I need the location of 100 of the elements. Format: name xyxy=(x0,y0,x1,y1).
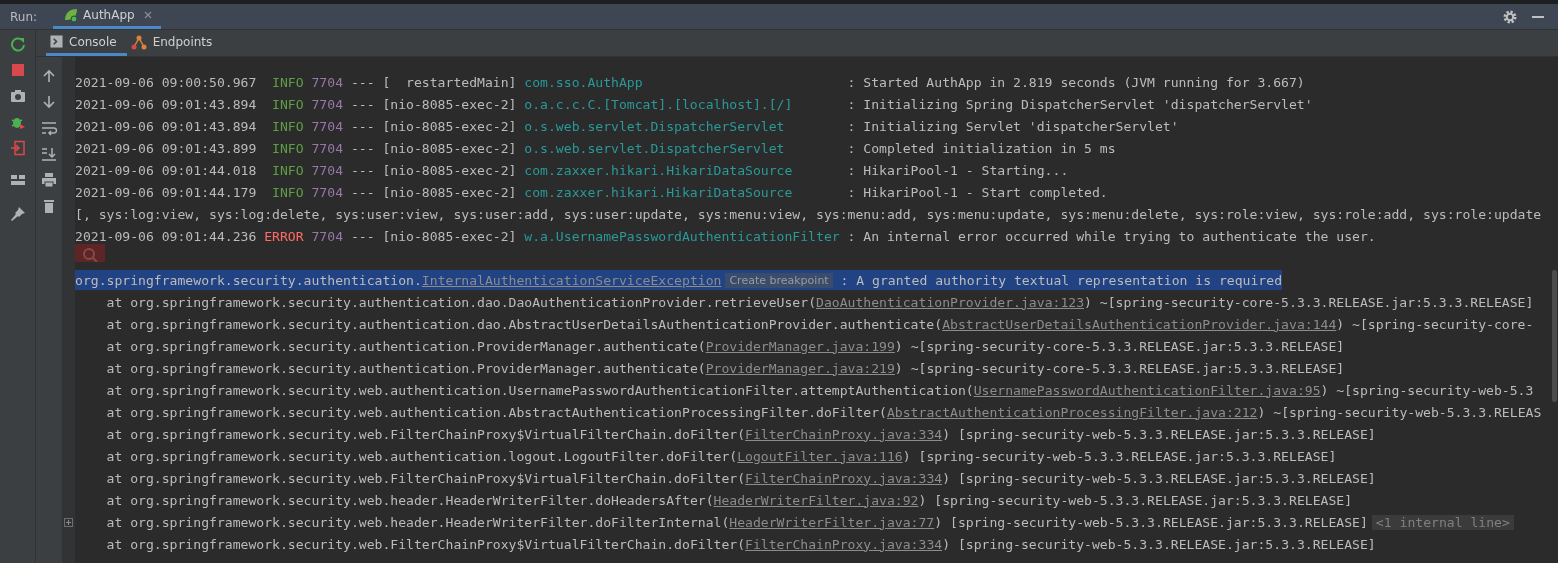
log-separator: --- xyxy=(350,74,375,90)
log-level: INFO xyxy=(271,184,304,200)
wrap-icon[interactable] xyxy=(41,120,57,136)
log-separator: --- xyxy=(350,140,375,156)
exception-text: org.springframework.security.authentication. xyxy=(75,272,422,288)
process-id: 7704 xyxy=(311,162,344,178)
logger-name: com.zaxxer.hikari.HikariDataSource xyxy=(524,184,794,200)
log-message: : Started AuthApp in 2.819 seconds (JVM running for 3.667) xyxy=(847,74,1305,90)
stack-frame-text: ) ~[spring-security-core-5.3.3.RELEASE.jar:5.3.3.RELEASE] xyxy=(894,338,1345,354)
console-tab[interactable]: Endpoints xyxy=(126,30,223,56)
stack-frame-text: at org.springframework.security.authentication.ProviderManager.authenticate( xyxy=(106,360,706,376)
stack-frame-text: ) [spring-security-web-5.3.3.RELEASE.jar:5.3.3.RELEASE] xyxy=(942,470,1376,486)
process-id: 7704 xyxy=(311,74,344,90)
log-timestamp: 2021-09-06 09:01:44.236 xyxy=(75,228,257,244)
stack-frame-text: at org.springframework.security.web.FilterChainProxy$VirtualFilterChain.doFilter( xyxy=(106,536,746,552)
log-timestamp: 2021-09-06 09:01:43.894 xyxy=(75,118,257,134)
log-timestamp: 2021-09-06 09:00:50.967 xyxy=(75,74,257,90)
thread-name: [nio-8085-exec-2] xyxy=(382,162,517,178)
stack-frame-text: ) ~[spring-security-core- xyxy=(1336,316,1534,332)
log-level: INFO xyxy=(271,162,304,178)
source-link[interactable]: ProviderManager.java:199 xyxy=(705,338,895,354)
exit-icon[interactable] xyxy=(9,140,26,156)
source-link[interactable]: DaoAuthenticationProvider.java:123 xyxy=(816,294,1085,310)
log-separator: --- xyxy=(350,162,375,178)
thread-name: [nio-8085-exec-2] xyxy=(382,118,517,134)
run-label: Run: xyxy=(10,9,38,24)
camera-icon[interactable] xyxy=(9,88,26,104)
stack-frame-text: ) ~[spring-security-core-5.3.3.RELEASE.jar:5.3.3.RELEASE] xyxy=(1084,294,1534,310)
source-link[interactable]: ProviderManager.java:219 xyxy=(705,360,895,376)
log-level: INFO xyxy=(271,74,304,90)
stack-frame-text: at org.springframework.security.web.FilterChainProxy$VirtualFilterChain.doFilter( xyxy=(106,426,746,442)
scrollbar-thumb[interactable] xyxy=(1552,270,1557,402)
print-icon[interactable] xyxy=(41,172,57,188)
stack-frame-text: at org.springframework.security.authentication.dao.DaoAuthenticationProvider.retrieveUser( xyxy=(106,294,816,310)
stack-frame-text: at org.springframework.security.web.authentication.logout.LogoutFilter.doFilter( xyxy=(106,448,738,464)
log-message: : Initializing Spring DispatcherServlet 'dispatcherServlet' xyxy=(847,96,1313,112)
folded-lines-label[interactable]: <1 internal line> xyxy=(1371,514,1514,530)
process-id: 7704 xyxy=(311,140,344,156)
log-separator: --- xyxy=(350,96,375,112)
source-link[interactable]: FilterChainProxy.java:334 xyxy=(745,470,943,486)
thread-name: [nio-8085-exec-2] xyxy=(382,140,517,156)
log-message: : Initializing Servlet 'dispatcherServlet' xyxy=(847,118,1179,134)
stack-frame-text: ) ~[spring-security-web-5.3 xyxy=(1320,382,1534,398)
log-message: : Completed initialization in 5 ms xyxy=(847,140,1116,156)
stop-icon[interactable] xyxy=(9,62,26,78)
close-icon[interactable] xyxy=(142,10,153,20)
log-level: ERROR xyxy=(263,228,304,244)
log-timestamp: 2021-09-06 09:01:43.894 xyxy=(75,96,257,112)
stack-frame-text: ) ~[spring-security-core-5.3.3.RELEASE.jar:5.3.3.RELEASE] xyxy=(894,360,1345,376)
layout-icon[interactable] xyxy=(9,172,26,188)
thread-name: [nio-8085-exec-2] xyxy=(382,96,517,112)
logger-name: o.s.web.servlet.DispatcherServlet xyxy=(524,118,786,134)
settings-icon[interactable] xyxy=(1502,8,1518,25)
up-arrow-icon[interactable] xyxy=(41,68,57,84)
stack-frame-text: at org.springframework.security.web.authentication.UsernamePasswordAuthenticationFilter.attemptAuthentication( xyxy=(106,382,974,398)
scroll-to-end-icon[interactable] xyxy=(41,146,57,162)
rerun-icon[interactable] xyxy=(9,36,26,52)
log-separator: --- xyxy=(350,184,375,200)
stack-frame-text: at org.springframework.security.web.FilterChainProxy$VirtualFilterChain.doFilter( xyxy=(106,470,746,486)
process-id: 7704 xyxy=(311,184,344,200)
create-breakpoint-link[interactable]: Create breakpoint xyxy=(725,272,833,288)
trash-icon[interactable] xyxy=(41,198,57,214)
source-link[interactable]: AbstractAuthenticationProcessingFilter.java:212 xyxy=(886,404,1258,420)
source-link[interactable]: FilterChainProxy.java:334 xyxy=(745,426,943,442)
stack-frame-text: ) [spring-security-web-5.3.3.RELEASE.jar:5.3.3.RELEASE] xyxy=(942,426,1376,442)
stack-frame-text: ) ~[spring-security-web-5.3.3.RELEAS xyxy=(1257,404,1542,420)
thread-name: [ restartedMain] xyxy=(382,74,517,90)
source-link[interactable]: HeaderWriterFilter.java:77 xyxy=(729,514,935,530)
source-link[interactable]: HeaderWriterFilter.java:92 xyxy=(713,492,919,508)
log-timestamp: 2021-09-06 09:01:44.018 xyxy=(75,162,257,178)
exception-text: : A granted authority textual representation is required xyxy=(839,272,1282,288)
network-icon xyxy=(130,33,147,50)
log-timestamp: 2021-09-06 09:01:43.899 xyxy=(75,140,257,156)
source-link[interactable]: InternalAuthenticationServiceException xyxy=(421,272,722,288)
log-level: INFO xyxy=(271,118,304,134)
stack-frame-text: at org.springframework.security.authentication.ProviderManager.authenticate( xyxy=(106,338,706,354)
source-link[interactable]: LogoutFilter.java:116 xyxy=(737,448,903,464)
log-timestamp: 2021-09-06 09:01:44.179 xyxy=(75,184,257,200)
source-link[interactable]: FilterChainProxy.java:334 xyxy=(745,536,943,552)
process-id: 7704 xyxy=(311,96,344,112)
pin-icon[interactable] xyxy=(9,206,26,222)
log-message: : HikariPool-1 - Starting... xyxy=(847,162,1069,178)
log-level: INFO xyxy=(271,96,304,112)
stack-frame-text: at org.springframework.security.web.header.HeaderWriterFilter.doFilterInternal( xyxy=(106,514,730,530)
thread-name: [nio-8085-exec-2] xyxy=(382,184,517,200)
terminal-icon xyxy=(50,35,63,48)
source-link[interactable]: AbstractUserDetailsAuthenticationProvider.java:144 xyxy=(942,316,1337,332)
log-message: : HikariPool-1 - Start completed. xyxy=(847,184,1108,200)
log-separator: --- xyxy=(350,228,375,244)
source-link[interactable]: UsernamePasswordAuthenticationFilter.java:95 xyxy=(973,382,1321,398)
leaf-icon xyxy=(63,7,80,23)
thread-name: [nio-8085-exec-2] xyxy=(382,228,517,244)
console-text: [, sys:log:view, sys:log:delete, sys:user:view, sys:user:add, sys:user:update, sys:menu:view, sys:menu:add, sys:menu:update, sys:menu:delete, sys:role:view, sys:role:add, sys:role:update xyxy=(75,206,1542,222)
stack-frame-text: ) [spring-security-web-5.3.3.RELEASE.jar:5.3.3.RELEASE] xyxy=(902,448,1337,464)
stack-frame-text: ) [spring-security-web-5.3.3.RELEASE.jar:5.3.3.RELEASE] xyxy=(934,514,1368,530)
down-arrow-icon[interactable] xyxy=(41,94,57,110)
expand-icon[interactable] xyxy=(64,517,73,527)
stack-frame-text: at org.springframework.security.web.authentication.AbstractAuthenticationProcessingFilter.doFilter( xyxy=(106,404,887,420)
log-message: : An internal error occurred while trying to authenticate the user. xyxy=(847,228,1376,244)
stack-frame-text: at org.springframework.security.authentication.dao.AbstractUserDetailsAuthenticationProvider.authenticate( xyxy=(106,316,943,332)
